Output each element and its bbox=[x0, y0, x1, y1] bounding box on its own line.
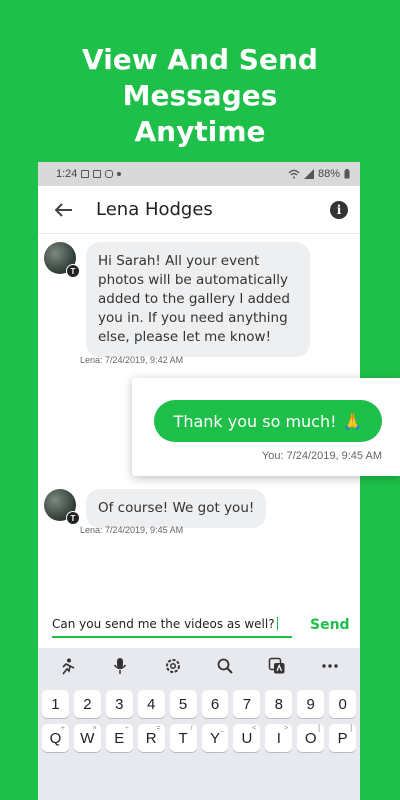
instagram-icon bbox=[105, 170, 114, 178]
message-row: T Of course! We got you! bbox=[44, 489, 267, 528]
keyboard: 1 2 3 4 5 6 7 8 9 0 + Q × W ÷ E = R / T _ Y < U… bbox=[38, 648, 360, 800]
key-hint: _ bbox=[220, 725, 225, 732]
key[interactable]: _ Y bbox=[201, 724, 229, 752]
image-icon bbox=[93, 170, 102, 178]
sticker-icon[interactable] bbox=[56, 654, 80, 678]
chat-header: Lena Hodges i bbox=[38, 186, 360, 234]
signal-icon bbox=[303, 169, 314, 179]
key-label: E bbox=[114, 729, 125, 747]
key-label: R bbox=[145, 729, 157, 747]
key[interactable]: > I bbox=[265, 724, 293, 752]
status-time: 1:24 bbox=[56, 168, 78, 180]
settings-icon[interactable] bbox=[161, 654, 185, 678]
key[interactable]: × W bbox=[73, 724, 101, 752]
message-timestamp: Lena: 7/24/2019, 9:45 AM bbox=[80, 525, 184, 535]
translate-icon[interactable] bbox=[265, 654, 289, 678]
key-label: O bbox=[304, 729, 317, 747]
more-icon[interactable] bbox=[318, 654, 342, 678]
back-arrow-icon[interactable] bbox=[54, 200, 74, 220]
key[interactable]: = R bbox=[137, 724, 165, 752]
key-hint: [ bbox=[318, 725, 321, 732]
promo-headline: View And Send Messages Anytime bbox=[0, 42, 400, 150]
key[interactable]: + Q bbox=[42, 724, 69, 752]
key-label: I bbox=[276, 729, 281, 747]
key[interactable]: < U bbox=[233, 724, 261, 752]
key[interactable]: 1 bbox=[42, 690, 69, 718]
key[interactable]: 7 bbox=[233, 690, 261, 718]
key[interactable]: 3 bbox=[105, 690, 133, 718]
headline-line-2: Messages bbox=[122, 79, 278, 112]
keyboard-number-row: 1 2 3 4 5 6 7 8 9 0 bbox=[38, 690, 360, 718]
key[interactable]: 9 bbox=[297, 690, 325, 718]
send-button[interactable]: Send bbox=[310, 617, 350, 633]
key-hint: ÷ bbox=[124, 725, 129, 732]
message-input[interactable]: Can you send me the videos as well? bbox=[52, 614, 292, 638]
headline-line-1: View And Send bbox=[82, 43, 318, 76]
message-timestamp: You: 7/24/2019, 9:45 AM bbox=[261, 450, 382, 462]
avatar[interactable]: T bbox=[44, 242, 80, 278]
key[interactable]: / T bbox=[169, 724, 197, 752]
message-bubble-incoming[interactable]: Of course! We got you! bbox=[86, 489, 267, 528]
key-hint: > bbox=[284, 725, 289, 732]
notification-dot-icon bbox=[117, 172, 122, 176]
info-icon[interactable]: i bbox=[330, 200, 348, 219]
battery-icon bbox=[344, 169, 350, 179]
mic-icon[interactable] bbox=[108, 654, 132, 678]
key-hint: / bbox=[190, 725, 193, 732]
message-text: Thank you so much! bbox=[173, 411, 337, 431]
highlighted-message-card: Thank you so much! 🙏 You: 7/24/2019, 9:4… bbox=[132, 378, 400, 476]
wifi-icon bbox=[288, 169, 300, 179]
message-input-value: Can you send me the videos as well? bbox=[52, 617, 275, 631]
key[interactable]: ] P bbox=[329, 724, 357, 752]
key[interactable]: 4 bbox=[137, 690, 165, 718]
key-hint: = bbox=[156, 725, 161, 732]
key[interactable]: ÷ E bbox=[105, 724, 133, 752]
keyboard-toolbar bbox=[38, 648, 360, 684]
key-label: Q bbox=[49, 729, 62, 747]
search-icon[interactable] bbox=[213, 654, 237, 678]
text-caret bbox=[276, 617, 278, 630]
message-bubble-incoming[interactable]: Hi Sarah! All your event photos will be … bbox=[86, 242, 310, 357]
key[interactable]: 6 bbox=[201, 690, 229, 718]
calendar-icon bbox=[81, 170, 90, 178]
phone-screen: 1:24 88% Lena Hodges i T Hi Sarah! All y… bbox=[38, 162, 360, 800]
status-bar: 1:24 88% bbox=[38, 162, 360, 186]
keyboard-letter-row: + Q × W ÷ E = R / T _ Y < U > I [O ] P bbox=[38, 724, 360, 752]
avatar-badge: T bbox=[66, 264, 80, 278]
message-timestamp: Lena: 7/24/2019, 9:42 AM bbox=[80, 355, 184, 365]
key[interactable]: 2 bbox=[73, 690, 101, 718]
praying-hands-icon: 🙏 bbox=[342, 411, 363, 431]
key-label: Y bbox=[209, 729, 220, 747]
key-label: P bbox=[337, 729, 348, 747]
headline-line-3: Anytime bbox=[134, 115, 266, 148]
key-label: T bbox=[178, 729, 188, 747]
message-composer: Can you send me the videos as well? Send bbox=[38, 606, 360, 646]
key-hint: < bbox=[252, 725, 257, 732]
key-label: W bbox=[80, 729, 95, 747]
contact-name: Lena Hodges bbox=[96, 199, 213, 220]
avatar-badge: T bbox=[66, 511, 80, 525]
key[interactable]: 8 bbox=[265, 690, 293, 718]
avatar[interactable]: T bbox=[44, 489, 80, 525]
key[interactable]: [O bbox=[297, 724, 325, 752]
key[interactable]: 0 bbox=[329, 690, 357, 718]
key-hint: × bbox=[92, 725, 97, 732]
battery-percent: 88% bbox=[317, 168, 340, 180]
key-hint: + bbox=[60, 725, 65, 732]
key-hint: ] bbox=[350, 725, 353, 732]
message-bubble-outgoing[interactable]: Thank you so much! 🙏 bbox=[154, 400, 382, 442]
key[interactable]: 5 bbox=[169, 690, 197, 718]
message-row: T Hi Sarah! All your event photos will b… bbox=[44, 242, 310, 357]
key-label: U bbox=[241, 729, 253, 747]
